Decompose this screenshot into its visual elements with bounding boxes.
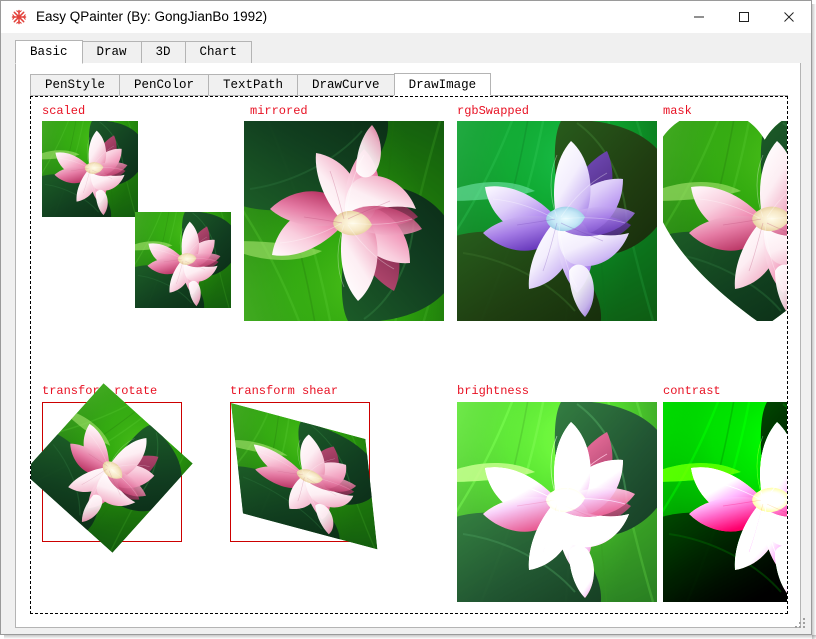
label-scaled: scaled	[42, 104, 86, 118]
label-mask: mask	[663, 104, 692, 118]
tab-textpath[interactable]: TextPath	[208, 74, 299, 95]
tab-pencolor[interactable]: PenColor	[119, 74, 210, 95]
image-brightness	[457, 402, 657, 602]
maximize-button[interactable]	[721, 1, 766, 32]
resize-grip[interactable]	[795, 618, 806, 629]
window-shadow-right	[812, 4, 816, 639]
sub-tab-bar: PenStyle PenColor TextPath DrawCurve Dra…	[30, 73, 788, 96]
application-window: Easy QPainter (By: GongJianBo 1992) Basi…	[0, 0, 812, 635]
window-shadow-bottom	[4, 635, 816, 639]
label-brightness: brightness	[457, 384, 530, 398]
tab-penstyle[interactable]: PenStyle	[30, 74, 121, 95]
tab-draw[interactable]: Draw	[81, 41, 142, 63]
minimize-button[interactable]	[676, 1, 721, 32]
image-transform-rotate	[31, 383, 202, 562]
main-tab-bar: Basic Draw 3D Chart	[15, 40, 801, 64]
label-mirrored: mirrored	[250, 104, 308, 118]
label-transform-shear: transform shear	[230, 384, 339, 398]
label-rgbswapped: rgbSwapped	[457, 104, 530, 118]
tab-drawimage[interactable]: DrawImage	[393, 73, 492, 96]
title-bar[interactable]: Easy QPainter (By: GongJianBo 1992)	[1, 1, 811, 33]
label-contrast: contrast	[663, 384, 721, 398]
image-transform-shear	[230, 402, 380, 550]
basic-tab-page: PenStyle PenColor TextPath DrawCurve Dra…	[15, 63, 801, 628]
tab-drawcurve[interactable]: DrawCurve	[297, 74, 395, 95]
tab-chart[interactable]: Chart	[184, 41, 253, 63]
image-scaled-small	[135, 212, 231, 308]
window-controls	[676, 1, 811, 32]
draw-image-canvas: scaled mirrored rgbSwapped mask transfor…	[30, 96, 788, 614]
image-contrast	[663, 402, 787, 602]
image-mask	[663, 121, 787, 321]
image-rgbswapped	[457, 121, 657, 321]
window-title: Easy QPainter (By: GongJianBo 1992)	[36, 9, 268, 24]
client-area: Basic Draw 3D Chart PenStyle PenColor Te…	[1, 33, 811, 634]
snowflake-icon	[11, 9, 27, 25]
tab-basic[interactable]: Basic	[15, 40, 83, 64]
image-scaled-large	[42, 121, 138, 217]
tab-3d[interactable]: 3D	[140, 41, 186, 63]
close-button[interactable]	[766, 1, 811, 32]
image-mirrored	[244, 121, 444, 321]
